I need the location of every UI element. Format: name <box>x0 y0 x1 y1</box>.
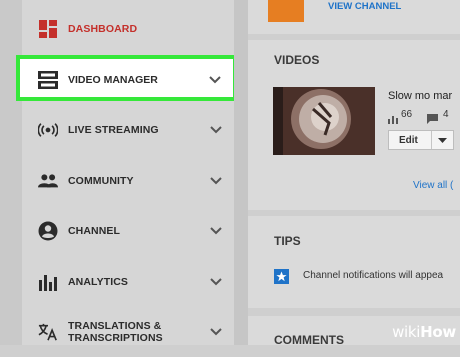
analytics-icon <box>38 272 58 292</box>
sidebar-item-dashboard[interactable]: DASHBOARD <box>22 4 234 54</box>
sidebar-item-label-line1: TRANSLATIONS & <box>68 320 162 332</box>
video-thumbnail[interactable] <box>273 87 375 155</box>
edit-button-group: Edit <box>388 130 454 150</box>
sidebar-item-translations[interactable]: TRANSLATIONS & TRANSCRIPTIONS <box>22 307 234 357</box>
comments-icon <box>427 111 438 129</box>
sidebar-item-live-streaming[interactable]: LIVE STREAMING <box>22 105 234 155</box>
tips-title: TIPS <box>274 234 301 248</box>
tip-text: Channel notifications will appea <box>303 270 444 281</box>
views-count: 66 <box>401 109 413 120</box>
comments-count: 4 <box>443 109 449 120</box>
live-streaming-icon <box>38 120 58 140</box>
comments-title: COMMENTS <box>274 333 344 345</box>
sidebar-item-label: TRANSLATIONS & TRANSCRIPTIONS <box>68 320 163 344</box>
watermark-suffix: How <box>420 323 456 341</box>
videos-card: VIDEOS Slow mo mar 66 4 Edit View all ( <box>248 40 460 210</box>
channel-card: VIEW CHANNEL <box>248 0 460 34</box>
sidebar-item-community[interactable]: COMMUNITY <box>22 156 234 206</box>
star-icon <box>274 269 289 284</box>
translate-icon <box>38 322 58 342</box>
chevron-down-icon[interactable] <box>209 76 221 84</box>
caret-down-icon[interactable] <box>438 138 447 143</box>
video-title[interactable]: Slow mo mar <box>388 90 452 102</box>
button-divider <box>431 131 432 149</box>
chevron-down-icon[interactable] <box>210 227 222 235</box>
column-divider <box>234 0 248 345</box>
sidebar: DASHBOARD LIVE STREAMING COMMUNITY CHANN… <box>22 0 234 345</box>
sidebar-item-analytics[interactable]: ANALYTICS <box>22 257 234 307</box>
view-channel-link[interactable]: VIEW CHANNEL <box>328 1 401 12</box>
videos-title: VIDEOS <box>274 53 320 67</box>
channel-icon <box>38 221 58 241</box>
sidebar-item-label: COMMUNITY <box>68 175 134 187</box>
views-icon <box>388 111 398 129</box>
dashboard-icon <box>38 19 58 39</box>
left-edge <box>0 0 22 345</box>
sidebar-item-label: LIVE STREAMING <box>68 124 159 136</box>
sidebar-item-label-line2: TRANSCRIPTIONS <box>68 332 163 344</box>
sidebar-item-channel[interactable]: CHANNEL <box>22 206 234 256</box>
video-manager-icon <box>38 71 58 94</box>
edit-button[interactable]: Edit <box>399 135 418 146</box>
watermark: wikiHow <box>392 323 456 341</box>
tips-card: TIPS Channel notifications will appea <box>248 216 460 308</box>
sidebar-item-video-manager[interactable]: VIDEO MANAGER <box>16 55 237 101</box>
view-all-link[interactable]: View all ( <box>413 180 453 191</box>
chevron-down-icon[interactable] <box>210 328 222 336</box>
chevron-down-icon[interactable] <box>210 177 222 185</box>
sidebar-item-label: DASHBOARD <box>68 23 138 35</box>
chevron-down-icon[interactable] <box>210 126 222 134</box>
sidebar-item-label: ANALYTICS <box>68 276 129 288</box>
chevron-down-icon[interactable] <box>210 278 222 286</box>
sidebar-item-label: CHANNEL <box>68 225 121 237</box>
community-icon <box>38 171 58 191</box>
channel-avatar[interactable] <box>268 0 304 22</box>
sidebar-item-label: VIDEO MANAGER <box>68 74 158 86</box>
watermark-prefix: wiki <box>392 323 421 341</box>
